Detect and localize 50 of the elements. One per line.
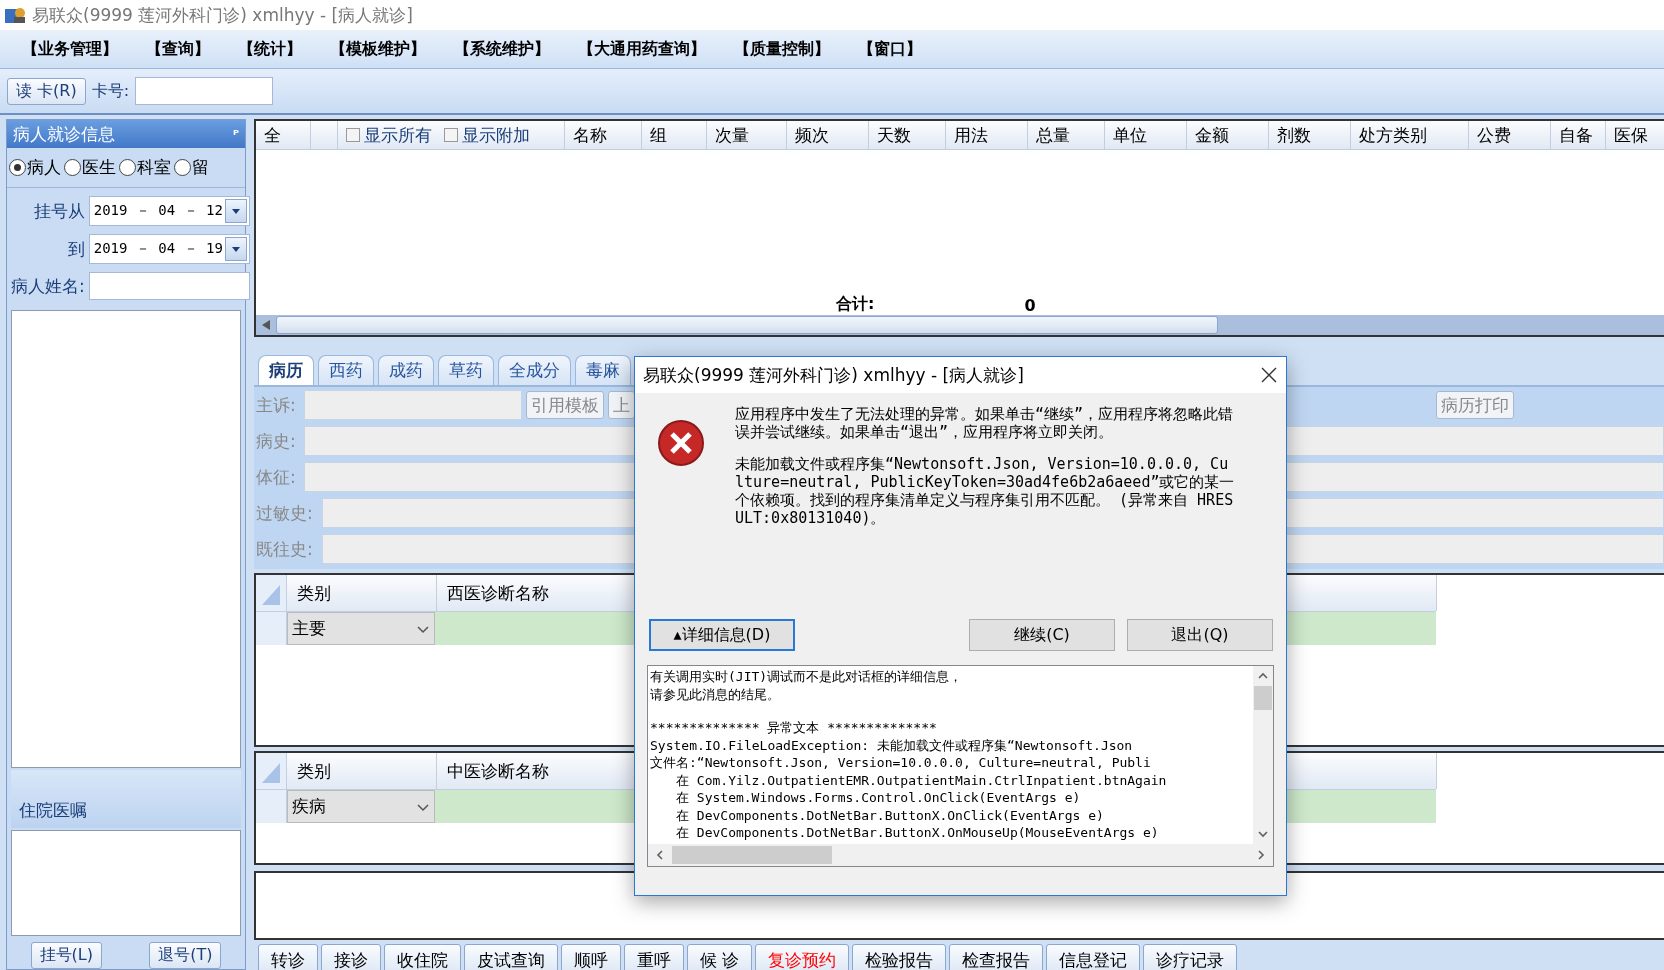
- column-header: 处方类别: [1359, 123, 1427, 147]
- section-title: 住院医嘱: [19, 799, 87, 822]
- column-header: 自备: [1559, 123, 1593, 147]
- column-header: 类别: [297, 581, 331, 605]
- radio-label: 医生: [82, 156, 116, 179]
- detail-line: 文件名:“Newtonsoft.Json, Version=10.0.0.0, Culture=neutral, Publi: [650, 754, 1152, 772]
- total-label: 合计:: [836, 294, 875, 315]
- detail-line: 在 Com.Yilz.OutpatientEMR.OutpatientMain.CtrlInpatient.btnAgain: [675, 771, 1168, 789]
- column-header: 单位: [1113, 123, 1147, 147]
- checkbox-label: 显示所有: [364, 123, 432, 147]
- detail-line: ************** 异常文本 **************: [650, 719, 938, 737]
- column-header: 公费: [1477, 123, 1511, 147]
- date-from-label: 挂号从: [32, 199, 85, 223]
- card-number-label: 卡号:: [91, 80, 130, 102]
- field-label: 病史:: [256, 429, 297, 453]
- dialog-title: 易联众(9999 莲河外科门诊) xmlhyy - [病人就诊]: [643, 363, 1024, 387]
- detail-line: 有关调用实时(JIT)调试而不是此对话框的详细信息，: [650, 668, 964, 686]
- column-header: 剂数: [1277, 123, 1311, 147]
- panel-title: 病人就诊信息: [13, 122, 115, 146]
- column-header: 中医诊断名称: [447, 759, 549, 783]
- column-header: 名称: [573, 123, 607, 147]
- patient-name-label: 病人姓名:: [11, 274, 85, 298]
- window-title: 易联众(9999 莲河外科门诊) xmlhyy - [病人就诊]: [32, 3, 413, 27]
- error-message: 未能加载文件或程序集“Newtonsoft.Json, Version=10.0.0.0, Culture=neutral, PublicKeyToken=30ad4fe6b2a6aeed”或它的某一个依赖项。找到的程序集清单定义与程序集引用不匹配。 (异常来自 HRESULT:0x80131040)。: [735, 455, 1235, 527]
- field-label: 主诉:: [256, 393, 297, 417]
- date-to-label: 到: [66, 237, 85, 261]
- field-label: 体征:: [256, 465, 297, 489]
- column-header: 频次: [795, 123, 829, 147]
- column-header: 组: [650, 123, 667, 147]
- detail-line: 在 System.Windows.Forms.Control.OnClick(EventArgs e): [675, 789, 1082, 807]
- column-header: 次量: [715, 123, 749, 147]
- error-message: 应用程序中发生了无法处理的异常。如果单击“继续”，应用程序将忽略此错误并尝试继续。如果单击“退出”，应用程序将立即关闭。: [735, 405, 1235, 441]
- radio-label: 留: [192, 156, 209, 179]
- radio-label: 病人: [27, 156, 61, 179]
- detail-line: 在 DevComponents.DotNetBar.ButtonX.OnMouseUp(MouseEventArgs e): [675, 824, 1160, 842]
- column-header: 医保: [1614, 123, 1648, 147]
- detail-line: 请参见此消息的结尾。: [650, 685, 781, 703]
- column-header: 天数: [877, 123, 911, 147]
- column-header: 总量: [1036, 123, 1070, 147]
- column-header: 类别: [297, 759, 331, 783]
- radio-label: 科室: [137, 156, 171, 179]
- column-header: 用法: [954, 123, 988, 147]
- column-header: 金额: [1195, 123, 1229, 147]
- column-header: 西医诊断名称: [447, 581, 549, 605]
- detail-line: System.IO.FileLoadException: 未能加载文件或程序集“Newtonsoft.Json: [650, 736, 1134, 754]
- checkbox-label: 显示附加: [462, 123, 530, 147]
- total-value: 0: [1024, 296, 1036, 315]
- field-label: 过敏史:: [256, 501, 314, 525]
- field-label: 既往史:: [256, 537, 314, 561]
- detail-line: 在 DevComponents.DotNetBar.ButtonX.OnClick(EventArgs e): [675, 806, 1105, 824]
